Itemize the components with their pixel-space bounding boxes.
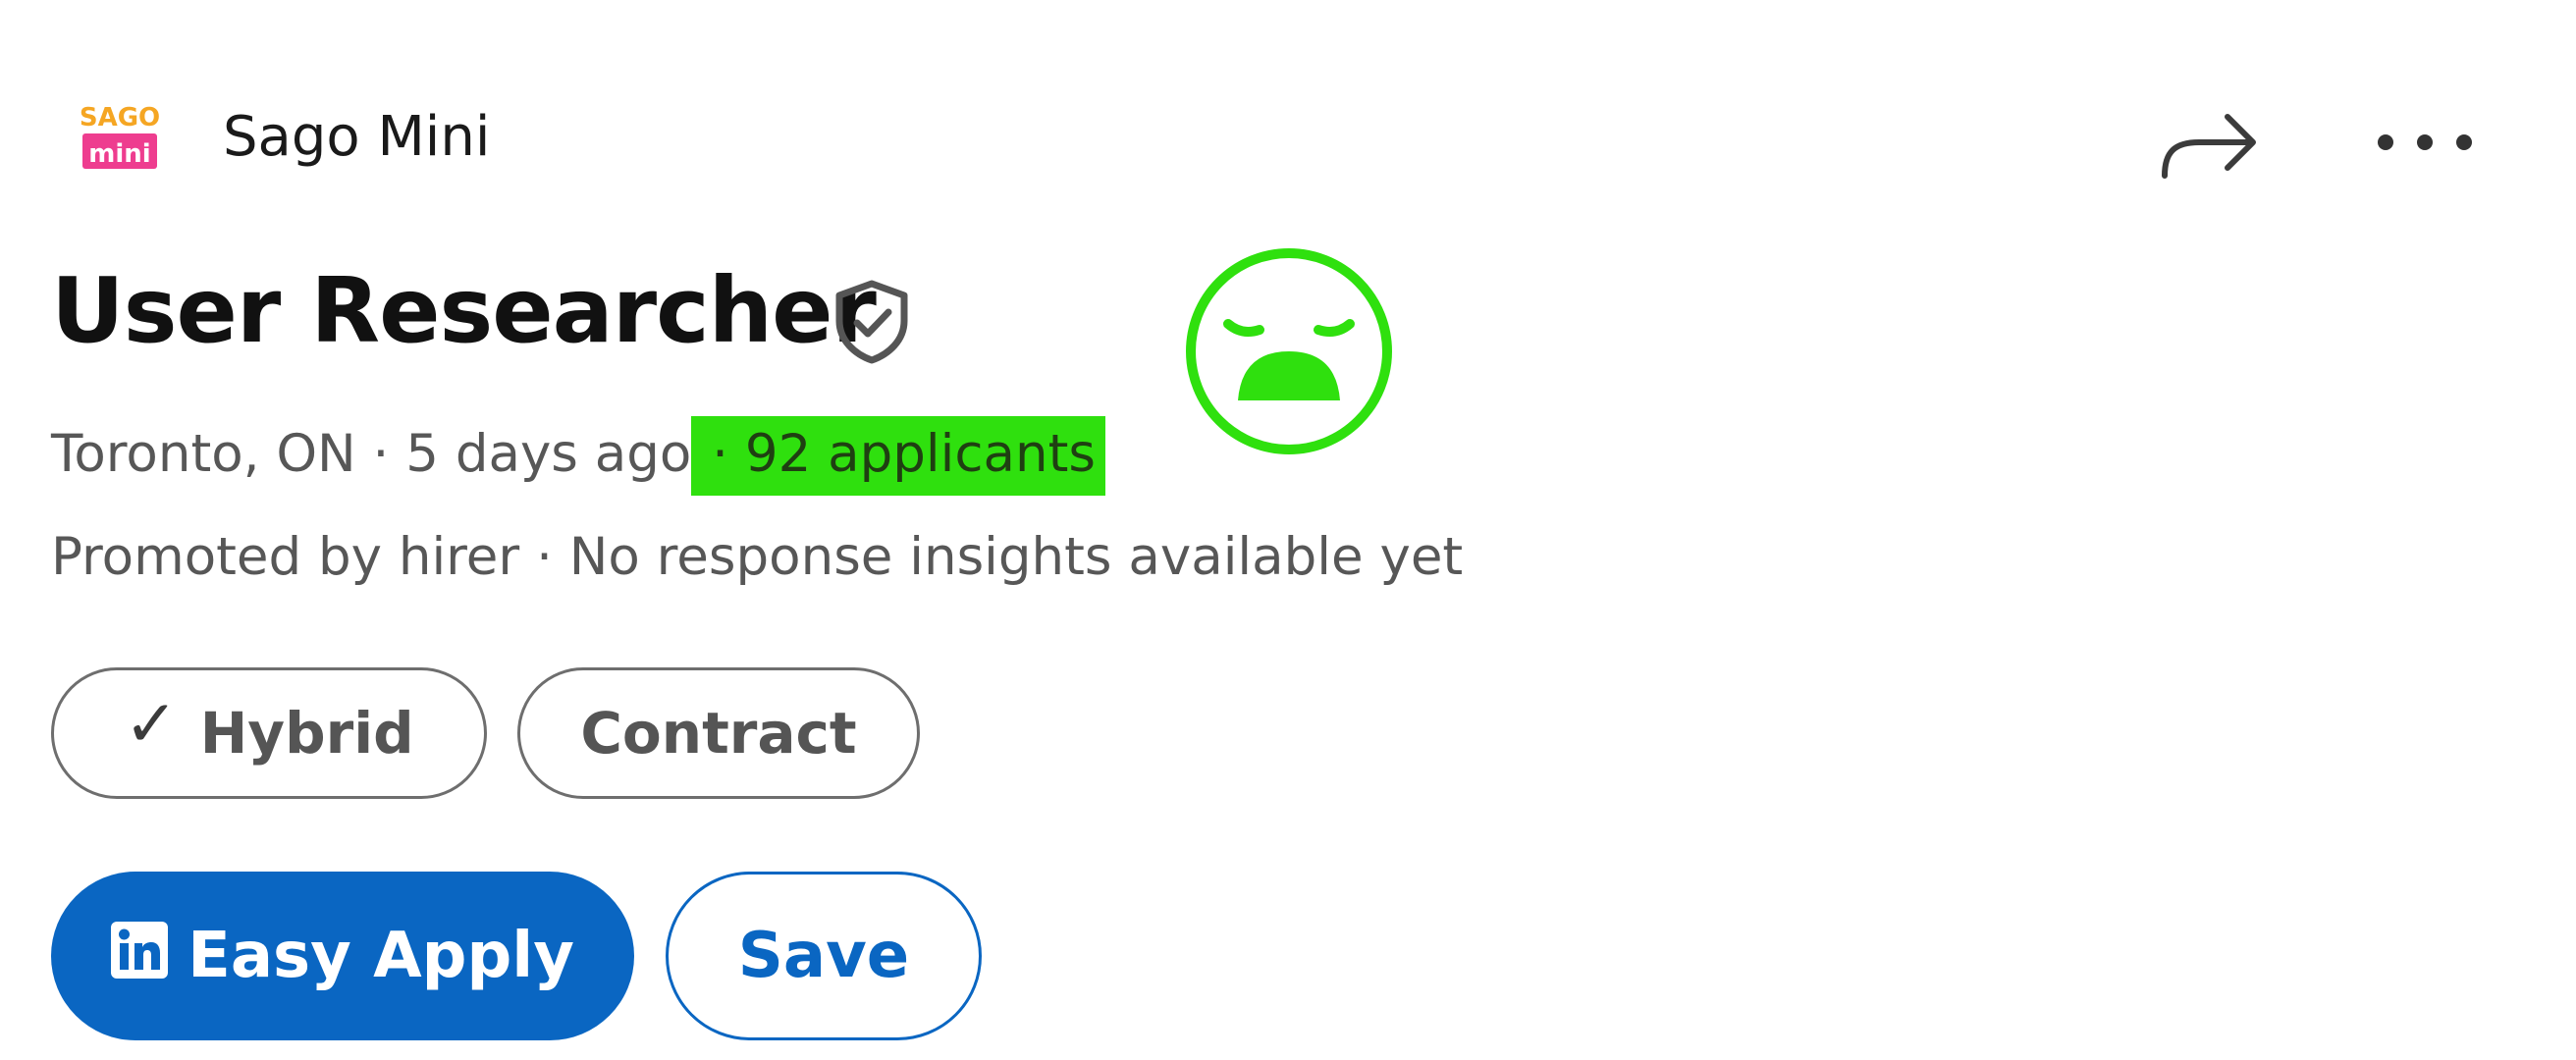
easy-apply-label: Easy Apply bbox=[188, 920, 574, 992]
check-icon: ✓ bbox=[124, 685, 179, 762]
promotion-line: Promoted by hirer · No response insights… bbox=[51, 523, 1463, 592]
company-logo[interactable]: SAGO mini bbox=[80, 96, 160, 177]
job-meta-line: Toronto, ON · 5 days ago · 92 applicants bbox=[51, 416, 1105, 496]
hybrid-label: Hybrid bbox=[199, 700, 414, 767]
job-title[interactable]: User Researcher bbox=[51, 257, 877, 365]
share-button[interactable] bbox=[2150, 93, 2268, 191]
logo-text-bottom: mini bbox=[88, 139, 150, 169]
save-button[interactable]: Save bbox=[666, 872, 982, 1040]
job-type-pill[interactable]: Contract bbox=[517, 667, 920, 799]
save-label: Save bbox=[737, 920, 910, 992]
promoted-text: Promoted by hirer bbox=[51, 527, 520, 587]
logo-text-top: SAGO bbox=[80, 103, 160, 132]
workplace-type-pill[interactable]: ✓ Hybrid bbox=[51, 667, 487, 799]
easy-apply-button[interactable]: Easy Apply bbox=[51, 872, 634, 1040]
applicants-count: · 92 applicants bbox=[691, 416, 1105, 496]
posted-time: 5 days ago bbox=[405, 424, 692, 484]
separator: · bbox=[355, 424, 406, 484]
applicants-text: 92 applicants bbox=[744, 424, 1096, 484]
separator: · bbox=[695, 424, 745, 484]
company-name[interactable]: Sago Mini bbox=[223, 103, 490, 172]
more-options-button[interactable] bbox=[2356, 93, 2494, 191]
verified-shield-icon[interactable] bbox=[830, 278, 914, 366]
linkedin-icon bbox=[111, 922, 169, 979]
share-arrow-icon bbox=[2162, 114, 2256, 179]
contract-label: Contract bbox=[580, 700, 857, 767]
sad-face-icon bbox=[1186, 248, 1392, 454]
response-insights: No response insights available yet bbox=[568, 527, 1464, 587]
separator: · bbox=[519, 527, 569, 587]
location: Toronto, ON bbox=[51, 424, 356, 484]
more-options-icon bbox=[2378, 134, 2472, 150]
